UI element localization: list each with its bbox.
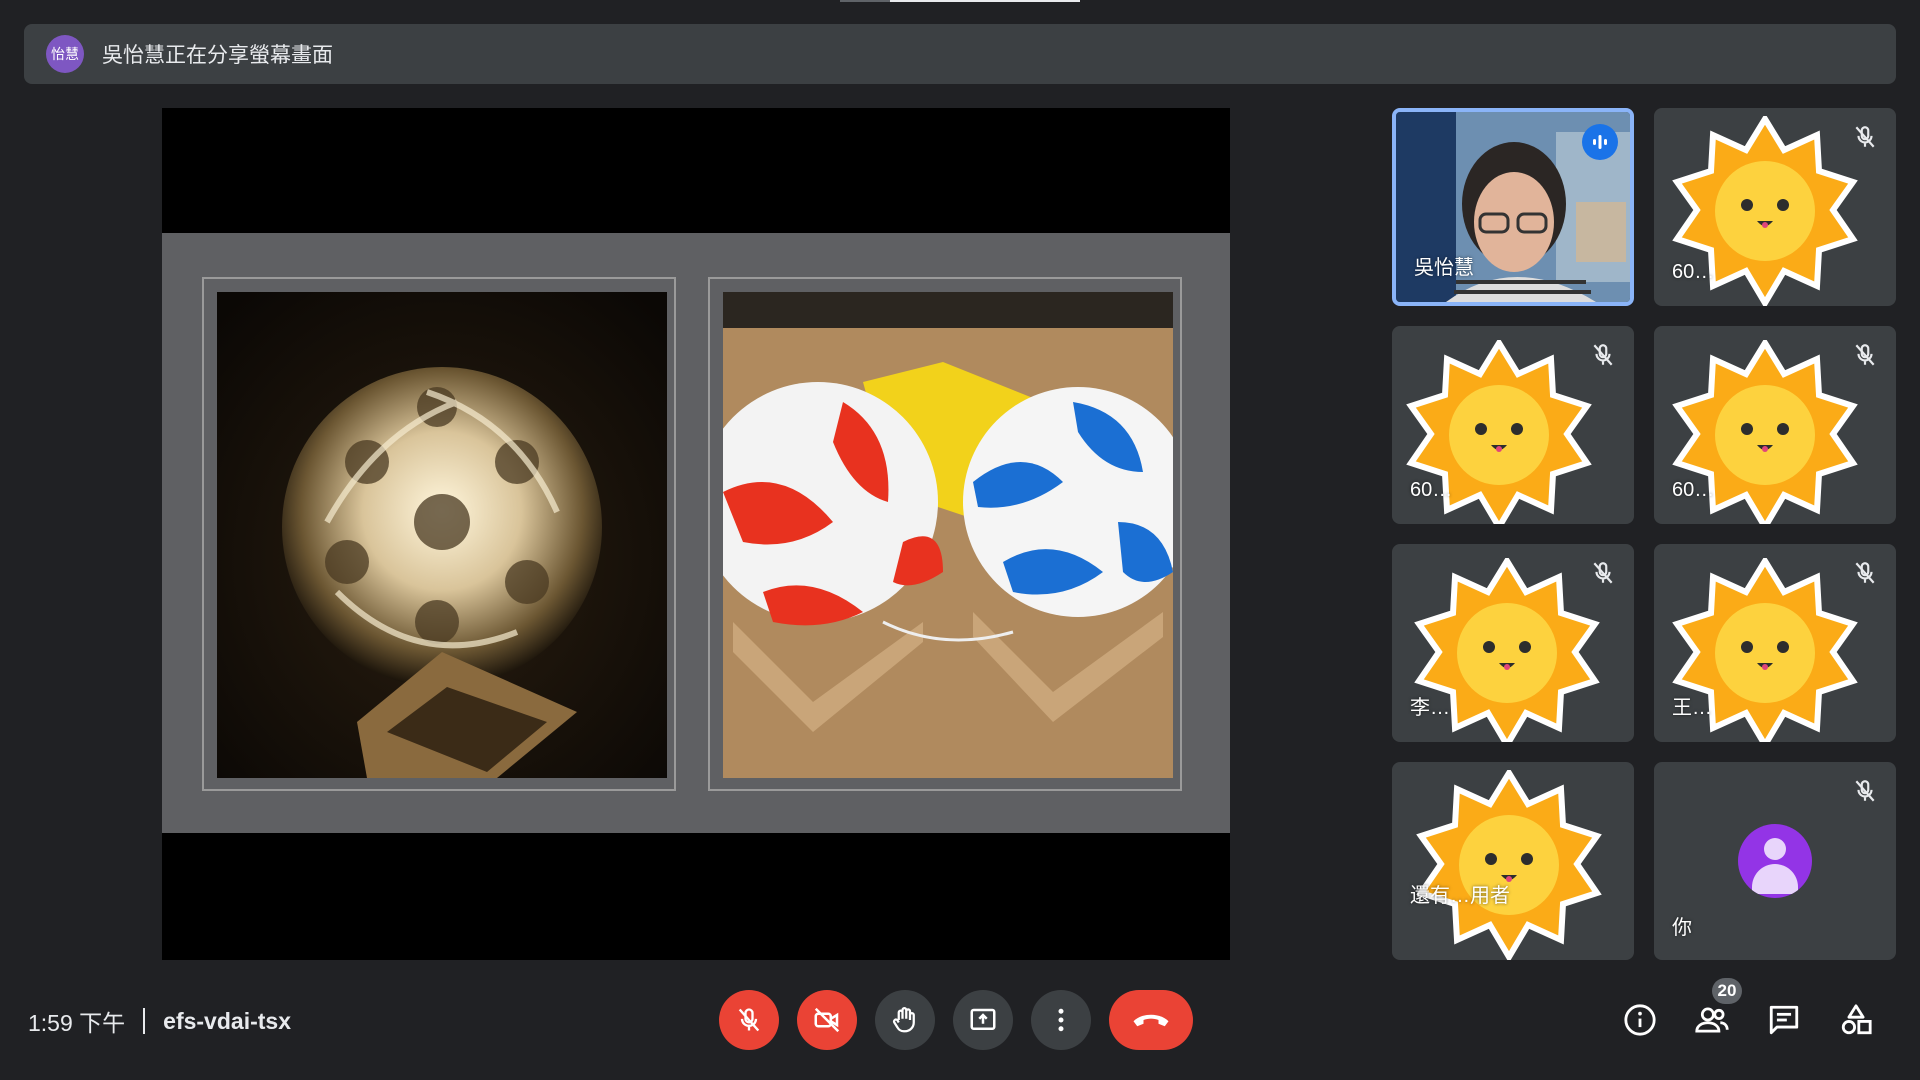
avatar bbox=[1738, 824, 1812, 898]
mic-off-icon bbox=[1590, 342, 1616, 368]
call-end-icon bbox=[1133, 1014, 1169, 1027]
meeting-details-button[interactable] bbox=[1622, 1002, 1658, 1038]
lamps-photo-red-blue bbox=[723, 292, 1173, 778]
sun-avatar-icon bbox=[1414, 767, 1604, 960]
present-screen-icon bbox=[970, 1008, 996, 1030]
participant-tile[interactable]: 李… bbox=[1392, 544, 1634, 742]
more-vert-icon bbox=[1058, 1008, 1064, 1032]
mic-off-icon bbox=[1852, 342, 1878, 368]
participant-name: 還有…用者 bbox=[1410, 885, 1510, 907]
self-tile[interactable]: 你 bbox=[1654, 762, 1896, 960]
mic-off-icon bbox=[1852, 560, 1878, 586]
participant-tile[interactable]: 60… bbox=[1654, 326, 1896, 524]
chat-icon bbox=[1769, 1005, 1799, 1035]
participant-name: 吳怡慧 bbox=[1414, 257, 1474, 279]
participant-name: 你 bbox=[1672, 917, 1692, 939]
presenting-message: 吳怡慧正在分享螢幕畫面 bbox=[102, 44, 333, 67]
mic-off-icon bbox=[1852, 778, 1878, 804]
hand-icon bbox=[892, 1007, 915, 1033]
lamp-photo-glowing bbox=[217, 292, 667, 778]
shared-screen bbox=[162, 108, 1230, 960]
more-options-button[interactable] bbox=[1031, 990, 1091, 1050]
activities-icon bbox=[1841, 1004, 1872, 1035]
people-button[interactable] bbox=[1694, 1002, 1730, 1038]
camera-toggle-button[interactable] bbox=[797, 990, 857, 1050]
raise-hand-button[interactable] bbox=[875, 990, 935, 1050]
people-icon bbox=[1695, 1007, 1729, 1033]
meeting-info: 1:59 下午 efs-vdai-tsx bbox=[28, 1004, 291, 1038]
participant-tile[interactable]: 60… bbox=[1654, 108, 1896, 306]
chat-button[interactable] bbox=[1766, 1002, 1802, 1038]
participant-name: 李… bbox=[1410, 697, 1450, 719]
mic-toggle-button[interactable] bbox=[719, 990, 779, 1050]
participant-name: 60… bbox=[1672, 479, 1715, 501]
people-count-badge: 20 bbox=[1712, 978, 1742, 1004]
participant-tile[interactable]: 王… bbox=[1654, 544, 1896, 742]
more-participants-tile[interactable]: 還有…用者 bbox=[1392, 762, 1634, 960]
participant-name: 王… bbox=[1672, 697, 1712, 719]
participant-tile[interactable]: 60… bbox=[1392, 326, 1634, 524]
participant-name: 60… bbox=[1410, 479, 1453, 501]
info-icon bbox=[1624, 1004, 1656, 1036]
participant-tile-presenter[interactable]: 吳怡慧 bbox=[1392, 108, 1634, 306]
activities-button[interactable] bbox=[1838, 1002, 1874, 1038]
meeting-code: efs-vdai-tsx bbox=[163, 1007, 291, 1034]
slide-image-frame bbox=[202, 277, 676, 791]
presenting-banner: 怡慧 吳怡慧正在分享螢幕畫面 bbox=[24, 24, 1896, 84]
mic-off-icon bbox=[738, 1008, 760, 1032]
divider bbox=[143, 1008, 146, 1034]
mic-off-icon bbox=[1852, 124, 1878, 150]
top-indicator bbox=[840, 0, 1080, 2]
present-now-button[interactable] bbox=[953, 990, 1013, 1050]
current-time: 1:59 下午 bbox=[28, 1010, 126, 1036]
speaking-indicator-icon bbox=[1582, 124, 1618, 160]
mic-off-icon bbox=[1590, 560, 1616, 586]
presenter-avatar: 怡慧 bbox=[46, 35, 84, 73]
presentation-slide bbox=[162, 233, 1230, 833]
leave-call-button[interactable] bbox=[1109, 990, 1193, 1050]
camera-off-icon bbox=[814, 1007, 840, 1033]
participant-name: 60… bbox=[1672, 261, 1715, 283]
slide-image-frame bbox=[708, 277, 1182, 791]
